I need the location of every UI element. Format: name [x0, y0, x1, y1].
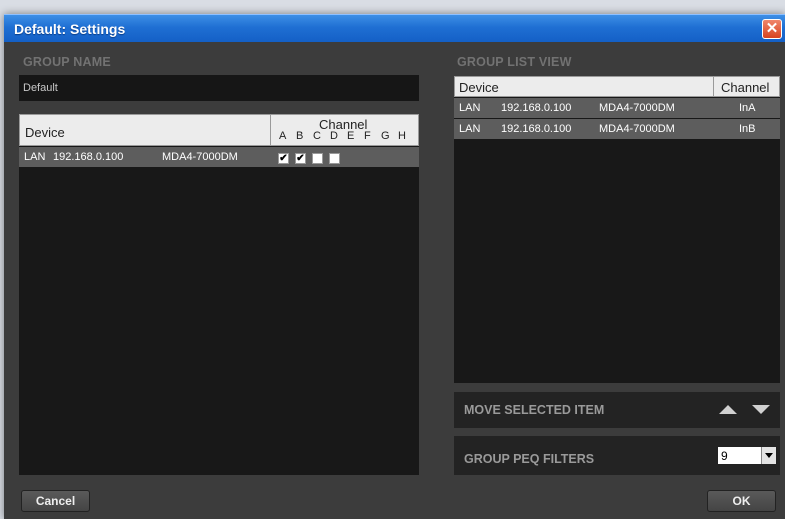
row-model: MDA4-7000DM [599, 123, 675, 135]
close-button[interactable]: ✕ [762, 19, 782, 39]
peq-filters-select[interactable]: 9 [717, 446, 777, 465]
group-list: Device Channel LAN 192.168.0.100 MDA4-70… [454, 76, 780, 383]
row-model: MDA4-7000DM [599, 102, 675, 114]
device-table: Device Channel A B C D E F G H LAN 192.1… [19, 114, 419, 475]
channel-letter-b: B [296, 130, 304, 142]
row-channel: InA [739, 102, 756, 114]
row-ip: 192.168.0.100 [501, 123, 572, 135]
group-list-channel-header: Channel [713, 76, 780, 97]
move-selected-item-label: MOVE SELECTED ITEM [464, 403, 605, 417]
row-connection-type: LAN [459, 123, 481, 135]
window-title: Default: Settings [14, 21, 126, 37]
channel-letter-a: A [279, 130, 287, 142]
group-peq-filters-label: GROUP PEQ FILTERS [464, 452, 595, 466]
channel-column-header: Channel A B C D E F G H [270, 114, 419, 146]
channel-letter-g: G [381, 130, 390, 142]
peq-filters-value: 9 [721, 449, 728, 463]
device-column-header: Device [19, 114, 271, 146]
group-list-device-header: Device [454, 76, 714, 97]
row-connection-type: LAN [459, 102, 481, 114]
channel-letter-c: C [313, 130, 321, 142]
group-name-input[interactable]: Default [19, 75, 419, 101]
channel-b-checkbox[interactable]: ✔ [295, 153, 306, 164]
group-name-label: GROUP NAME [23, 55, 111, 69]
list-item[interactable]: LAN 192.168.0.100 MDA4-7000DM InB [454, 119, 780, 139]
channel-a-checkbox[interactable]: ✔ [278, 153, 289, 164]
channel-c-checkbox[interactable] [312, 153, 323, 164]
title-bar[interactable]: Default: Settings ✕ [4, 14, 785, 42]
close-icon: ✕ [765, 20, 779, 37]
row-channel: InB [739, 123, 756, 135]
channel-letter-f: F [364, 130, 371, 142]
ok-button[interactable]: OK [707, 490, 776, 512]
chevron-down-icon[interactable] [761, 447, 776, 464]
channel-letter-e: E [347, 130, 355, 142]
group-list-view-label: GROUP LIST VIEW [457, 55, 572, 69]
group-peq-filters-bar: GROUP PEQ FILTERS 9 [454, 436, 780, 475]
cancel-button[interactable]: Cancel [21, 490, 90, 512]
channel-letter-d: D [330, 130, 338, 142]
triangle-down-icon[interactable] [752, 405, 770, 414]
row-ip: 192.168.0.100 [501, 102, 572, 114]
channel-d-checkbox[interactable] [329, 153, 340, 164]
row-connection-type: LAN [24, 151, 46, 163]
list-item[interactable]: LAN 192.168.0.100 MDA4-7000DM InA [454, 98, 780, 118]
settings-window: Default: Settings ✕ GROUP NAME Default D… [4, 14, 785, 519]
move-selected-item-bar: MOVE SELECTED ITEM [454, 392, 780, 428]
row-model: MDA4-7000DM [162, 151, 238, 163]
triangle-up-icon[interactable] [719, 405, 737, 414]
row-ip: 192.168.0.100 [53, 151, 124, 163]
channel-letter-h: H [398, 130, 406, 142]
table-row[interactable]: LAN 192.168.0.100 MDA4-7000DM ✔ ✔ [19, 147, 419, 167]
